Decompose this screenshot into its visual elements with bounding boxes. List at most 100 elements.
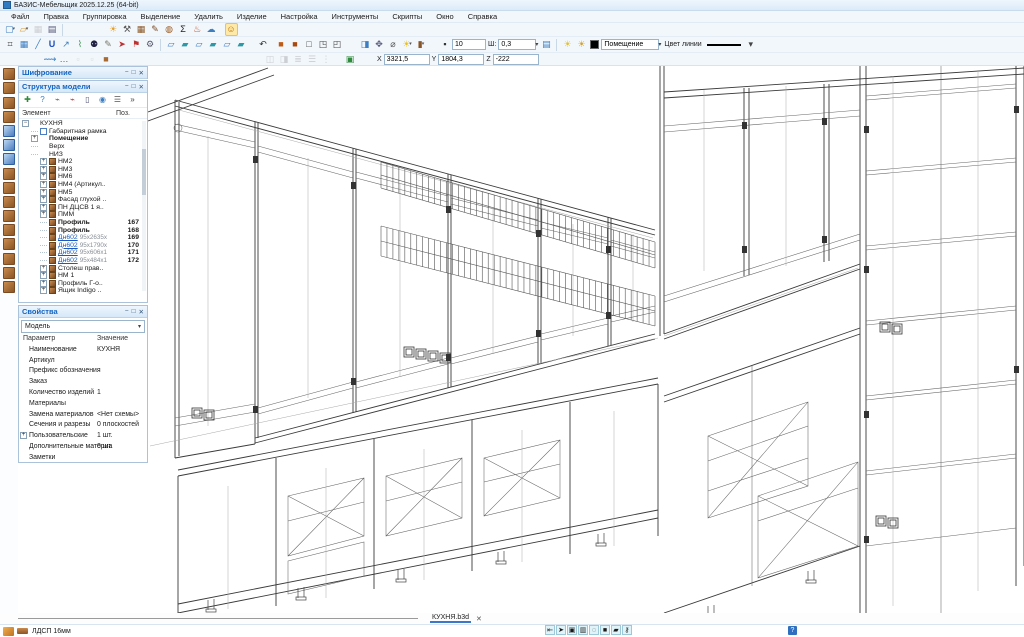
tree-item-Профиль[interactable]: Профиль167	[19, 219, 147, 227]
hint-bulb-icon[interactable]: ☀	[107, 23, 120, 36]
snap-mode-icon[interactable]: ⇤	[545, 625, 555, 635]
menu-удалить[interactable]: Удалить	[187, 11, 230, 22]
close-icon[interactable]: ✕	[139, 69, 144, 77]
blue-window-icon[interactable]	[3, 139, 15, 151]
solid-box-icon[interactable]: ■	[275, 38, 288, 51]
tree-item-Помещение[interactable]: +Помещение	[19, 135, 147, 143]
property-row-Заметки[interactable]: Заметки	[19, 452, 147, 463]
expand-toggle-icon[interactable]: +	[31, 135, 38, 142]
property-row-Заказ[interactable]: Заказ	[19, 376, 147, 387]
light-icon[interactable]: ☀▾	[401, 38, 414, 51]
document-tab[interactable]: КУХНЯ.b3d	[430, 614, 471, 623]
line-tool-icon[interactable]: ╱	[32, 38, 45, 51]
property-row-Наименование[interactable]: НаименованиеКУХНЯ	[19, 344, 147, 355]
board-icon[interactable]	[3, 82, 15, 94]
tab-close-icon[interactable]: ✕	[476, 615, 482, 623]
menu-справка[interactable]: Справка	[461, 11, 504, 22]
overflow-chevron-icon[interactable]: »	[127, 94, 139, 106]
no-edit-icon[interactable]: ⌀	[387, 38, 400, 51]
save-state-icon[interactable]: ▥	[578, 625, 588, 635]
expand-toggle-icon[interactable]: +	[40, 265, 47, 272]
lamp-on-icon[interactable]: ☀	[561, 38, 574, 51]
red-tool-icon[interactable]: ➤	[116, 38, 129, 51]
menu-изделие[interactable]: Изделие	[230, 11, 274, 22]
chevron-down-icon[interactable]: ▾	[535, 41, 538, 50]
sheet-icon[interactable]: ▣	[567, 625, 577, 635]
expand-toggle-icon[interactable]: +	[40, 189, 47, 196]
rotate-part-icon[interactable]	[3, 196, 15, 208]
close-icon[interactable]: ✕	[139, 83, 144, 91]
layer-select[interactable]	[601, 39, 659, 50]
tree-item-Дн602[interactable]: Дн60295х1790х170	[19, 242, 147, 250]
model-canvas[interactable]	[148, 66, 1024, 613]
tree-item-НМ5[interactable]: +НМ5	[19, 188, 147, 196]
door-icon[interactable]	[3, 168, 15, 180]
property-row-Сечения и разрезы[interactable]: Сечения и разрезы0 плоскостей	[19, 420, 147, 431]
ball-icon[interactable]	[3, 210, 15, 222]
property-row-Материалы[interactable]: Материалы	[19, 398, 147, 409]
close-icon[interactable]: ✕	[139, 308, 144, 316]
more-dots-icon[interactable]: …	[58, 53, 71, 66]
x-input[interactable]	[384, 54, 430, 65]
z-input[interactable]	[493, 54, 539, 65]
pan-icon[interactable]: ✥	[373, 38, 386, 51]
lock-state-icon[interactable]: ⚷	[622, 625, 632, 635]
tools-icon[interactable]: ⚒	[121, 23, 134, 36]
minimize-icon[interactable]: −	[125, 308, 129, 315]
grid-icon[interactable]: ▦	[18, 38, 31, 51]
tree-item-КУХНЯ[interactable]: −КУХНЯ	[19, 120, 147, 128]
manikin-icon[interactable]: ⚉	[88, 38, 101, 51]
document-info-icon[interactable]: ?	[788, 626, 797, 635]
zoom-state-icon[interactable]: ◌	[589, 625, 599, 635]
tree-item-Профиль Г-о..[interactable]: +Профиль Г-о..	[19, 279, 147, 287]
block-icon[interactable]: ■	[100, 53, 113, 66]
tree-scrollbar[interactable]	[142, 121, 146, 291]
box-dim-icon[interactable]: ▰	[235, 38, 248, 51]
corner-icon[interactable]	[3, 281, 15, 293]
new-document-icon[interactable]: ▢▾	[4, 23, 17, 36]
minimize-icon[interactable]: −	[125, 69, 129, 76]
case-icon[interactable]: ▮▾	[415, 38, 428, 51]
tree-item-НИЗ[interactable]: НИЗ	[19, 150, 147, 158]
component-icon[interactable]	[3, 627, 14, 636]
dropdown-arrow-icon[interactable]: ▾	[13, 27, 16, 32]
expand-toggle-icon[interactable]: +	[40, 211, 47, 218]
cabinet-icon[interactable]: ▦	[135, 23, 148, 36]
list-icon[interactable]: ☰	[112, 94, 124, 106]
tree-item-Габаритная рамка[interactable]: Габаритная рамка	[19, 128, 147, 136]
minimize-icon[interactable]: −	[125, 83, 129, 90]
expand-toggle-icon[interactable]: +	[40, 158, 47, 165]
tree-item-НМ 1[interactable]: +НМ 1	[19, 272, 147, 280]
menu-выделение[interactable]: Выделение	[134, 11, 188, 22]
blue-split-icon[interactable]	[3, 153, 15, 165]
tree-item-ПН ДЦСВ 1 я..[interactable]: +ПН ДЦСВ 1 я..	[19, 204, 147, 212]
solid-box2-icon[interactable]: ■	[289, 38, 302, 51]
layer-color-swatch[interactable]	[590, 40, 599, 49]
properties-target-select[interactable]: Модель ▾	[21, 320, 145, 333]
open-folder-icon[interactable]: ▱▾	[18, 23, 31, 36]
tree-item-Дн602[interactable]: Дн60295х2635х169	[19, 234, 147, 242]
tree-item-ПММ[interactable]: +ПММ	[19, 211, 147, 219]
report-page-icon[interactable]: ▯	[82, 94, 94, 106]
wire-box3-icon[interactable]: ◰	[331, 38, 344, 51]
cone-icon[interactable]	[3, 224, 15, 236]
panel-icon[interactable]	[3, 253, 15, 265]
expand-toggle-icon[interactable]: +	[40, 173, 47, 180]
menu-файл[interactable]: Файл	[4, 11, 36, 22]
tree-item-Дн602[interactable]: Дн60295х484х1172	[19, 257, 147, 265]
material-board-icon[interactable]	[17, 628, 28, 634]
y-input[interactable]	[438, 54, 484, 65]
runner-icon[interactable]: ⟿	[44, 53, 57, 66]
cabinet-icon[interactable]	[3, 68, 15, 80]
property-row-Дополнительные материа[interactable]: Дополнительные материа0 шт.	[19, 441, 147, 452]
visibility-icon[interactable]: ◉	[97, 94, 109, 106]
current-material-label[interactable]: ЛДСП 16мм	[32, 628, 71, 635]
expand-toggle-icon[interactable]: +	[40, 280, 47, 287]
link1-icon[interactable]: ⌁	[52, 94, 64, 106]
property-row-Пользовательские[interactable]: +Пользовательские1 шт.	[19, 430, 147, 441]
dropdown-arrow-icon[interactable]: ▾	[409, 42, 412, 47]
checker-icon[interactable]	[3, 267, 15, 279]
line-color-sample[interactable]	[707, 44, 741, 46]
expand-toggle-icon[interactable]: +	[40, 166, 47, 173]
segment-icon[interactable]: ↗	[60, 38, 73, 51]
